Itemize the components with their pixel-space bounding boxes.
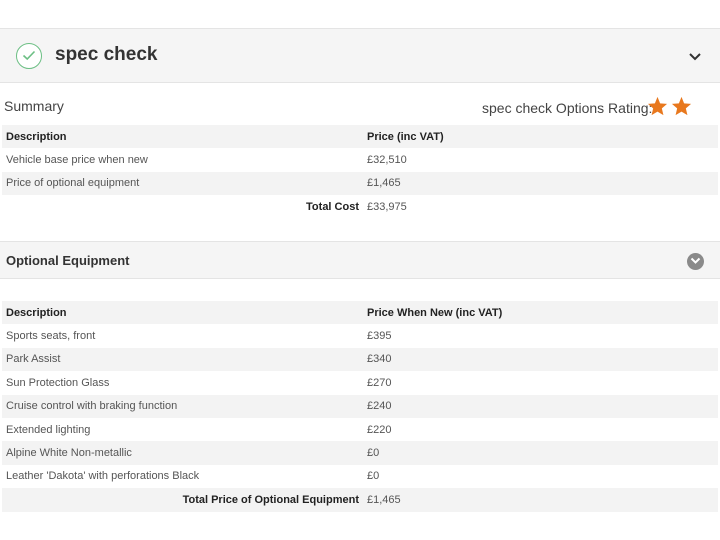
row-price: £0 [367,470,380,483]
table-row: Vehicle base price when new £32,510 [2,148,718,171]
table-header-row: Description Price (inc VAT) [2,125,718,149]
optional-equipment-header[interactable]: Optional Equipment [0,241,720,279]
summary-table: Description Price (inc VAT) Vehicle base… [2,125,718,219]
total-cost-value: £33,975 [367,200,407,213]
table-row: Sun Protection Glass £270 [2,371,718,394]
chevron-down-icon[interactable] [688,49,702,67]
total-optional-value: £1,465 [367,493,401,506]
row-price: £270 [367,376,392,389]
row-price: £32,510 [367,154,407,167]
table-row: Cruise control with braking function £24… [2,394,718,418]
table-header-row: Description Price When New (inc VAT) [2,301,718,325]
total-row: Total Cost £33,975 [2,195,718,218]
row-price: £340 [367,353,392,366]
row-price: £240 [367,400,392,413]
star-icon [671,96,692,116]
optional-equipment-title: Optional Equipment [6,253,130,268]
row-description: Price of optional equipment [6,177,140,190]
column-header-description: Description [6,130,67,143]
row-description: Sun Protection Glass [6,376,110,389]
row-description: Alpine White Non-metallic [6,447,132,460]
row-description: Leather 'Dakota' with perforations Black [6,470,200,483]
row-price: £0 [367,447,380,460]
column-header-description: Description [6,306,67,319]
row-description: Vehicle base price when new [6,154,148,167]
spec-check-header[interactable]: spec check [0,28,720,83]
column-header-price: Price When New (inc VAT) [367,306,503,319]
total-row: Total Price of Optional Equipment £1,465 [2,488,718,512]
star-icon [647,96,668,116]
row-description: Sports seats, front [6,330,96,343]
table-row: Price of optional equipment £1,465 [2,171,718,196]
spec-check-title: spec check [55,44,158,65]
row-description: Cruise control with braking function [6,400,178,413]
summary-heading: Summary [4,98,64,114]
total-optional-label: Total Price of Optional Equipment [182,493,359,506]
table-row: Sports seats, front £395 [2,324,718,347]
table-row: Alpine White Non-metallic £0 [2,441,718,465]
rating-stars [647,96,692,116]
row-price: £1,465 [367,177,401,190]
rating-label: spec check Options Rating: [482,100,653,116]
chevron-down-circle-icon[interactable] [687,253,704,270]
check-circle-icon [16,43,42,69]
optional-equipment-table: Description Price When New (inc VAT) Spo… [2,301,718,512]
column-header-price: Price (inc VAT) [367,130,444,143]
table-row: Park Assist £340 [2,347,718,372]
table-row: Leather 'Dakota' with perforations Black… [2,465,718,488]
row-description: Park Assist [6,353,61,366]
total-cost-label: Total Cost [306,200,359,213]
row-description: Extended lighting [6,423,91,436]
table-row: Extended lighting £220 [2,418,718,441]
row-price: £220 [367,423,392,436]
row-price: £395 [367,330,392,343]
